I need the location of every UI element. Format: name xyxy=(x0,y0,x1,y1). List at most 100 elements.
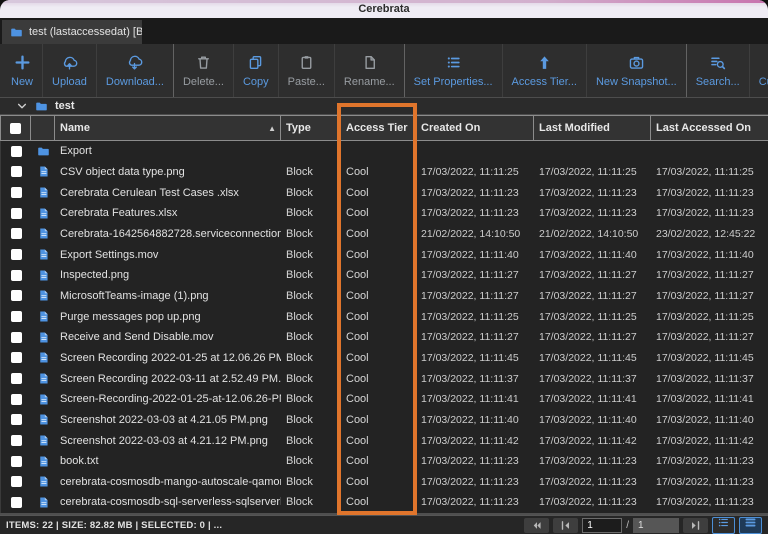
tree-root-row[interactable]: test xyxy=(0,97,768,115)
customize-view-button[interactable]: Customize View... xyxy=(750,44,768,97)
row-checkbox[interactable] xyxy=(11,166,22,177)
file-icon xyxy=(37,393,50,406)
row-checkbox[interactable] xyxy=(11,373,22,384)
tab-label: test (lastaccessedat) [Blob xyxy=(29,26,142,38)
header-select-all-cell xyxy=(1,116,31,140)
row-checkbox[interactable] xyxy=(11,270,22,281)
cell-type: Block xyxy=(281,269,341,281)
row-checkbox[interactable] xyxy=(11,311,22,322)
cell-name: Screen Recording 2022-03-11 at 2.52.49 P… xyxy=(55,373,281,385)
header-name[interactable]: Name ▲ xyxy=(55,116,281,140)
row-checkbox[interactable] xyxy=(11,146,22,157)
file-icon xyxy=(37,475,50,488)
search-button[interactable]: Search... xyxy=(687,44,750,97)
file-icon xyxy=(37,165,50,178)
cell-last-accessed-on: 17/03/2022, 11:11:37 xyxy=(651,373,768,385)
cell-last-modified: 17/03/2022, 11:11:23 xyxy=(534,207,651,219)
table-row[interactable]: Screen Recording 2022-01-25 at 12.06.26 … xyxy=(1,348,768,369)
cell-type: Block xyxy=(281,455,341,467)
table-row[interactable]: Export Settings.mov Block Cool 17/03/202… xyxy=(1,244,768,265)
table-row[interactable]: CSV object data type.png Block Cool 17/0… xyxy=(1,162,768,183)
access-tier-button[interactable]: Access Tier... xyxy=(503,44,587,97)
row-checkbox[interactable] xyxy=(11,476,22,487)
rename-button[interactable]: Rename... xyxy=(335,44,405,97)
cell-type: Block xyxy=(281,331,341,343)
file-icon xyxy=(37,186,50,199)
paste-button[interactable]: Paste... xyxy=(279,44,335,97)
table-row[interactable]: Purge messages pop up.png Block Cool 17/… xyxy=(1,306,768,327)
cell-type: Block xyxy=(281,166,341,178)
row-checkbox[interactable] xyxy=(11,332,22,343)
row-checkbox[interactable] xyxy=(11,456,22,467)
folder-icon xyxy=(35,100,48,113)
row-checkbox[interactable] xyxy=(11,290,22,301)
download-button[interactable]: Download... xyxy=(97,44,174,97)
new-button[interactable]: New xyxy=(2,44,43,97)
delete-button[interactable]: Delete... xyxy=(174,44,234,97)
cell-last-modified: 17/03/2022, 11:11:27 xyxy=(534,269,651,281)
table-row[interactable]: Cerebrata-1642564882728.serviceconnectio… xyxy=(1,224,768,245)
copy-button[interactable]: Copy xyxy=(234,44,279,97)
table-row[interactable]: cerebrata-cosmosdb-mango-autoscale-qamon… xyxy=(1,472,768,493)
table-row[interactable]: Export xyxy=(1,141,768,162)
table-row[interactable]: Screenshot 2022-03-03 at 4.21.05 PM.png … xyxy=(1,410,768,431)
table-row[interactable]: Screen-Recording-2022-01-25-at-12.06.26-… xyxy=(1,389,768,410)
row-checkbox[interactable] xyxy=(11,187,22,198)
file-icon xyxy=(37,372,50,385)
tab-blob-container[interactable]: test (lastaccessedat) [Blob xyxy=(2,20,142,44)
row-checkbox[interactable] xyxy=(11,497,22,508)
select-all-checkbox[interactable] xyxy=(10,123,21,134)
new-snapshot-button[interactable]: New Snapshot... xyxy=(587,44,687,97)
table-row[interactable]: Screen Recording 2022-03-11 at 2.52.49 P… xyxy=(1,368,768,389)
cell-access-tier: Cool xyxy=(341,249,416,261)
table-row[interactable]: book.txt Block Cool 17/03/2022, 11:11:23… xyxy=(1,451,768,472)
file-icon xyxy=(37,248,50,261)
row-checkbox[interactable] xyxy=(11,352,22,363)
cell-created-on: 17/03/2022, 11:11:23 xyxy=(416,476,534,488)
row-checkbox[interactable] xyxy=(11,208,22,219)
skip-last-icon[interactable] xyxy=(683,518,708,533)
cell-access-tier: Cool xyxy=(341,373,416,385)
table-row[interactable]: Cerebrata Cerulean Test Cases .xlsx Bloc… xyxy=(1,182,768,203)
row-checkbox[interactable] xyxy=(11,249,22,260)
compact-view-button[interactable] xyxy=(739,517,762,534)
cell-created-on: 17/03/2022, 11:11:27 xyxy=(416,269,534,281)
header-type[interactable]: Type xyxy=(281,116,341,140)
header-created-on[interactable]: Created On xyxy=(416,116,534,140)
cell-name: Export Settings.mov xyxy=(55,249,281,261)
row-checkbox[interactable] xyxy=(11,414,22,425)
skip-first-icon[interactable] xyxy=(553,518,578,533)
toolbar: New Upload Download... Delete... Copy Pa… xyxy=(0,44,768,97)
cell-name: Screen Recording 2022-01-25 at 12.06.26 … xyxy=(55,352,281,364)
cell-last-accessed-on: 17/03/2022, 11:11:23 xyxy=(651,455,768,467)
file-table-body: Export CSV object data type.png Block Co… xyxy=(0,141,768,513)
cell-last-accessed-on: 17/03/2022, 11:11:45 xyxy=(651,352,768,364)
detail-view-button[interactable] xyxy=(712,517,735,534)
sort-asc-icon: ▲ xyxy=(268,124,276,133)
chevron-down-icon[interactable] xyxy=(16,100,28,112)
upload-button[interactable]: Upload xyxy=(43,44,97,97)
cell-last-modified: 17/03/2022, 11:11:40 xyxy=(534,414,651,426)
cell-created-on: 17/03/2022, 11:11:27 xyxy=(416,290,534,302)
cell-name: MicrosoftTeams-image (1).png xyxy=(55,290,281,302)
table-row[interactable]: cerebrata-cosmosdb-sql-serverless-sqlser… xyxy=(1,492,768,513)
header-last-accessed-on[interactable]: Last Accessed On xyxy=(651,116,768,140)
set-properties-button[interactable]: Set Properties... xyxy=(405,44,503,97)
table-row[interactable]: Cerebrata Features.xlsx Block Cool 17/03… xyxy=(1,203,768,224)
header-access-tier[interactable]: Access Tier xyxy=(341,116,416,140)
header-last-modified[interactable]: Last Modified xyxy=(534,116,651,140)
cell-created-on: 17/03/2022, 11:11:27 xyxy=(416,331,534,343)
cell-last-accessed-on: 17/03/2022, 11:11:23 xyxy=(651,476,768,488)
double-chevron-left-icon[interactable] xyxy=(524,518,549,533)
page-number-input[interactable] xyxy=(582,518,622,533)
table-row[interactable]: Inspected.png Block Cool 17/03/2022, 11:… xyxy=(1,265,768,286)
table-row[interactable]: Receive and Send Disable.mov Block Cool … xyxy=(1,327,768,348)
table-row[interactable]: MicrosoftTeams-image (1).png Block Cool … xyxy=(1,286,768,307)
row-checkbox[interactable] xyxy=(11,228,22,239)
table-row[interactable]: Screenshot 2022-03-03 at 4.21.12 PM.png … xyxy=(1,430,768,451)
row-checkbox[interactable] xyxy=(11,394,22,405)
row-checkbox[interactable] xyxy=(11,435,22,446)
cell-last-accessed-on: 17/03/2022, 11:11:27 xyxy=(651,331,768,343)
cell-access-tier: Cool xyxy=(341,435,416,447)
table-header: Name ▲ Type Access Tier Created On Last … xyxy=(0,115,768,141)
